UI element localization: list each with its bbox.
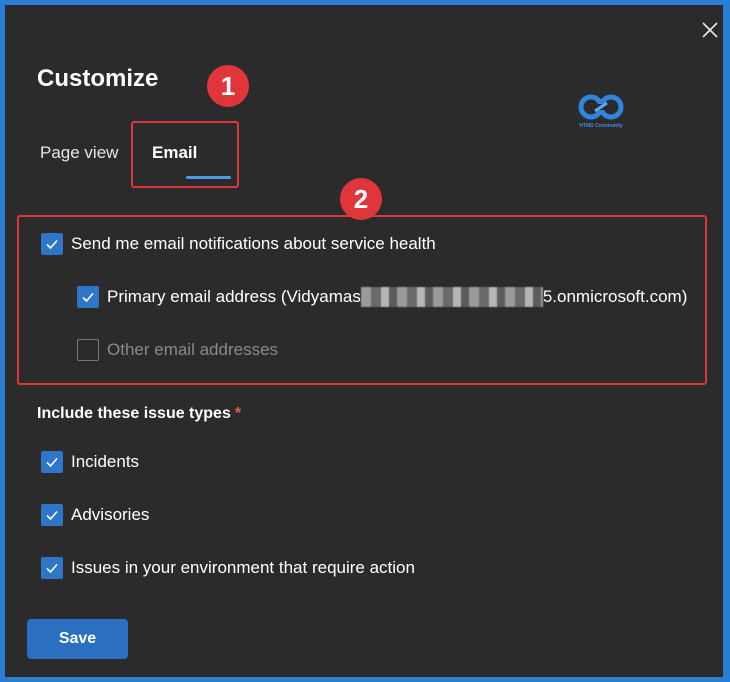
incidents-label: Incidents bbox=[71, 452, 140, 471]
htmd-logo: HTMD Community bbox=[573, 91, 629, 135]
send-email-notifications-checkbox[interactable]: Send me email notifications about servic… bbox=[41, 233, 436, 255]
primary-email-label: Primary email address (Vidyamas 5.onmicro… bbox=[107, 287, 687, 308]
close-button[interactable] bbox=[699, 19, 721, 41]
advisories-label: Advisories bbox=[71, 505, 150, 524]
redacted-email-segment bbox=[360, 287, 543, 308]
checkbox-box bbox=[77, 286, 99, 308]
logo-caption: HTMD Community bbox=[579, 123, 623, 129]
annotation-box-tab bbox=[131, 121, 239, 188]
checkmark-icon bbox=[46, 563, 58, 574]
checkbox-box bbox=[41, 504, 63, 526]
checkbox-box bbox=[41, 451, 63, 473]
primary-email-label-prefix: Primary email address (Vidyamas bbox=[107, 286, 361, 306]
checkbox-box bbox=[77, 339, 99, 361]
checkmark-icon bbox=[46, 457, 58, 468]
issue-types-heading-text: Include these issue types bbox=[37, 405, 231, 422]
issues-require-action-label: Issues in your environment that require … bbox=[71, 558, 415, 577]
advisories-checkbox[interactable]: Advisories bbox=[41, 504, 149, 526]
checkmark-icon bbox=[82, 292, 94, 303]
required-asterisk: * bbox=[234, 405, 242, 422]
tab-page-view[interactable]: Page view bbox=[40, 143, 118, 163]
issue-types-heading: Include these issue types * bbox=[37, 405, 241, 423]
annotation-callout-2: 2 bbox=[340, 178, 382, 220]
incidents-checkbox[interactable]: Incidents bbox=[41, 451, 139, 473]
checkbox-box bbox=[41, 557, 63, 579]
checkbox-box bbox=[41, 233, 63, 255]
other-email-checkbox[interactable]: Other email addresses bbox=[77, 339, 278, 361]
save-button[interactable]: Save bbox=[27, 619, 128, 659]
primary-email-checkbox[interactable]: Primary email address (Vidyamas 5.onmicro… bbox=[77, 286, 687, 308]
close-icon bbox=[702, 22, 718, 38]
other-email-label: Other email addresses bbox=[107, 340, 279, 359]
checkmark-icon bbox=[46, 239, 58, 250]
primary-email-label-suffix: 5.onmicrosoft.com) bbox=[542, 286, 688, 306]
issues-require-action-checkbox[interactable]: Issues in your environment that require … bbox=[41, 557, 415, 579]
customize-dialog: Customize 1 HTMD Community Page view Ema… bbox=[5, 5, 723, 677]
checkmark-icon bbox=[46, 510, 58, 521]
annotation-callout-1: 1 bbox=[207, 65, 249, 107]
htmd-logo-icon bbox=[578, 94, 624, 120]
dialog-title: Customize bbox=[37, 65, 159, 92]
send-email-notifications-label: Send me email notifications about servic… bbox=[71, 234, 436, 253]
